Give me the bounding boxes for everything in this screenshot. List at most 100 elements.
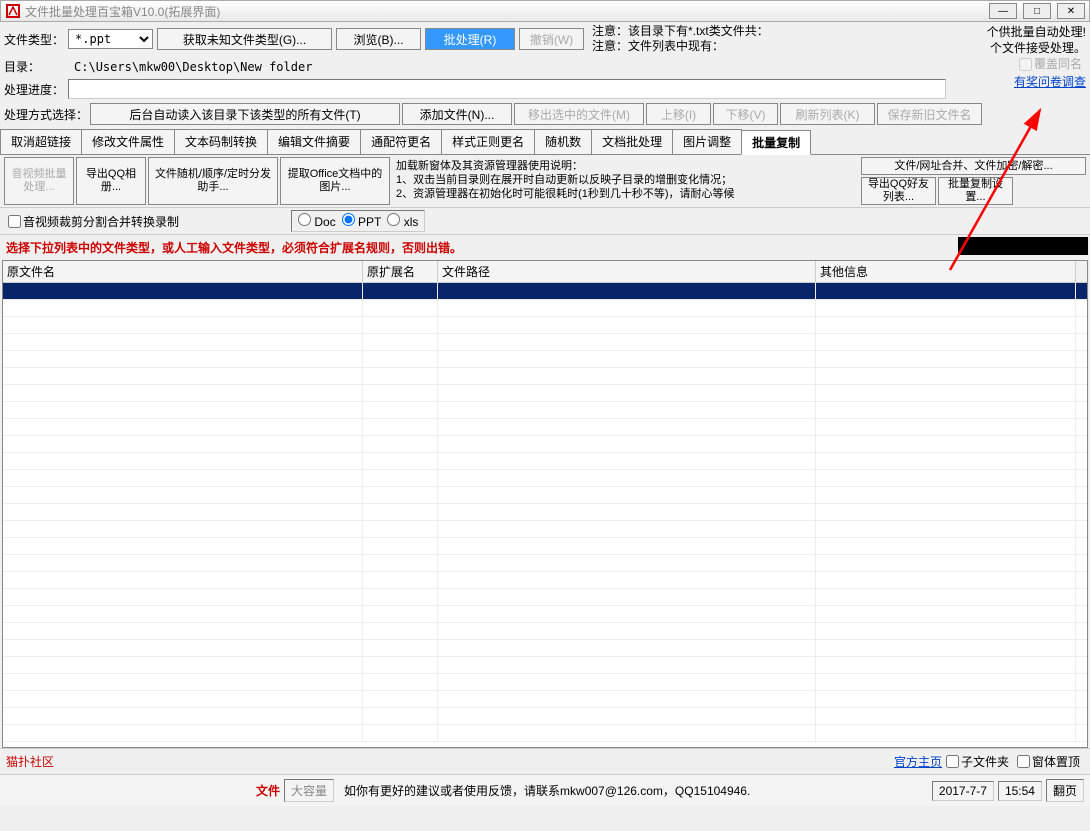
tab-2[interactable]: 文本码制转换	[174, 129, 268, 154]
table-row[interactable]	[3, 368, 1087, 385]
date-cell: 2017-7-7	[932, 781, 994, 801]
table-row[interactable]	[3, 504, 1087, 521]
table-row[interactable]	[3, 589, 1087, 606]
auto-read-button[interactable]: 后台自动读入该目录下该类型的所有文件(T)	[90, 103, 400, 125]
tab-7[interactable]: 文档批处理	[591, 129, 673, 154]
topmost-checkbox[interactable]: 窗体置顶	[1017, 753, 1080, 770]
av-crop-checkbox[interactable]: 音视频裁剪分割合并转换录制	[8, 213, 179, 230]
survey-link[interactable]: 有奖问卷调查	[956, 74, 1086, 90]
refresh-button[interactable]: 刷新列表(K)	[780, 103, 875, 125]
table-row[interactable]	[3, 725, 1087, 742]
tab-8[interactable]: 图片调整	[672, 129, 742, 154]
table-row[interactable]	[3, 402, 1087, 419]
move-down-button[interactable]: 下移(V)	[713, 103, 778, 125]
table-row[interactable]	[3, 436, 1087, 453]
tab-6[interactable]: 随机数	[534, 129, 592, 154]
export-qq-button[interactable]: 导出QQ相册...	[76, 157, 146, 205]
file-url-button[interactable]: 文件/网址合并、文件加密/解密...	[861, 157, 1086, 175]
table-row[interactable]	[3, 691, 1087, 708]
subtools-row: 音视频批量处理... 导出QQ相册... 文件随机/顺序/定时分发助手... 提…	[0, 155, 1090, 208]
app-icon	[5, 3, 21, 19]
table-row[interactable]	[3, 453, 1087, 470]
table-row[interactable]	[3, 521, 1087, 538]
file-table: 原文件名原扩展名文件路径其他信息	[2, 260, 1088, 748]
window-title: 文件批量处理百宝箱V10.0(拓展界面)	[25, 3, 989, 20]
main-tabs: 取消超链接修改文件属性文本码制转换编辑文件摘要通配符更名样式正则更名随机数文档批…	[0, 129, 1090, 155]
progress-field	[68, 79, 946, 99]
add-file-button[interactable]: 添加文件(N)...	[402, 103, 512, 125]
browse-button[interactable]: 浏览(B)...	[336, 28, 421, 50]
table-row[interactable]	[3, 623, 1087, 640]
tab-5[interactable]: 样式正则更名	[441, 129, 535, 154]
official-link[interactable]: 官方主页	[894, 753, 942, 770]
toolbar-row3: 处理进度：	[0, 77, 950, 101]
table-row[interactable]	[3, 572, 1087, 589]
table-row[interactable]	[3, 470, 1087, 487]
table-row[interactable]	[3, 300, 1087, 317]
table-row[interactable]	[3, 708, 1087, 725]
radio-xls[interactable]: xls	[387, 213, 418, 229]
table-row[interactable]	[3, 351, 1087, 368]
progress-label: 处理进度：	[4, 81, 64, 98]
table-row[interactable]	[3, 640, 1087, 657]
remove-selected-button[interactable]: 移出选中的文件(M)	[514, 103, 644, 125]
table-row[interactable]	[3, 538, 1087, 555]
save-names-button[interactable]: 保存新旧文件名	[877, 103, 982, 125]
col-header-2[interactable]: 文件路径	[438, 261, 816, 282]
maximize-button[interactable]: □	[1023, 3, 1051, 19]
tab-1[interactable]: 修改文件属性	[81, 129, 175, 154]
subfolder-checkbox[interactable]: 子文件夹	[946, 753, 1009, 770]
table-row[interactable]	[3, 419, 1087, 436]
table-body[interactable]	[3, 283, 1087, 742]
av-batch-button[interactable]: 音视频批量处理...	[4, 157, 74, 205]
batch-copy-settings-button[interactable]: 批量复制设置...	[938, 177, 1013, 205]
table-row[interactable]	[3, 487, 1087, 504]
table-row[interactable]	[3, 555, 1087, 572]
right-info-line2: 个文件接受处理。	[956, 40, 1086, 56]
radio-ppt[interactable]: PPT	[342, 213, 382, 229]
table-row[interactable]	[3, 317, 1087, 334]
table-row[interactable]	[3, 674, 1087, 691]
dir-label: 目录：	[4, 58, 40, 75]
tab-0[interactable]: 取消超链接	[0, 129, 82, 154]
move-up-button[interactable]: 上移(I)	[646, 103, 711, 125]
format-radios: Doc PPT xls	[291, 210, 425, 232]
table-row[interactable]	[3, 334, 1087, 351]
tab-4[interactable]: 通配符更名	[360, 129, 442, 154]
filetype-select[interactable]: *.ppt	[68, 29, 153, 49]
table-row[interactable]	[3, 657, 1087, 674]
right-info-line1: 个供批量自动处理!	[956, 24, 1086, 40]
feedback-text: 如你有更好的建议或者使用反馈，请联系mkw007@126.com，QQ15104…	[344, 782, 928, 799]
undo-button[interactable]: 撤销(W)	[519, 28, 584, 50]
table-row[interactable]	[3, 606, 1087, 623]
table-row[interactable]	[3, 385, 1087, 402]
note2: 注意：文件列表中现有：	[592, 39, 769, 54]
black-box	[958, 237, 1088, 255]
dir-value: C:\Users\mkw00\Desktop\New folder	[74, 60, 312, 74]
time-cell: 15:54	[998, 781, 1042, 801]
titlebar: 文件批量处理百宝箱V10.0(拓展界面) — □ ✕	[0, 0, 1090, 22]
random-order-button[interactable]: 文件随机/顺序/定时分发助手...	[148, 157, 278, 205]
flip-cell[interactable]: 翻页	[1046, 779, 1084, 802]
table-row[interactable]	[3, 283, 1087, 300]
get-unknown-button[interactable]: 获取未知文件类型(G)...	[157, 28, 332, 50]
tab-9[interactable]: 批量复制	[741, 130, 811, 155]
status-bar: 文件 大容量 如你有更好的建议或者使用反馈，请联系mkw007@126.com，…	[0, 774, 1090, 806]
minimize-button[interactable]: —	[989, 3, 1017, 19]
overwrite-checkbox[interactable]: 覆盖同名	[1019, 56, 1082, 72]
radio-doc[interactable]: Doc	[298, 213, 336, 229]
capacity-cell: 大容量	[284, 779, 334, 802]
col-header-3[interactable]: 其他信息	[816, 261, 1076, 282]
table-header: 原文件名原扩展名文件路径其他信息	[3, 261, 1087, 283]
tab-3[interactable]: 编辑文件摘要	[267, 129, 361, 154]
export-friends-button[interactable]: 导出QQ好友列表...	[861, 177, 936, 205]
maopu-link[interactable]: 猫扑社区	[6, 753, 54, 770]
extract-office-button[interactable]: 提取Office文档中的图片...	[280, 157, 390, 205]
toolbar-row2: 目录： C:\Users\mkw00\Desktop\New folder	[0, 56, 1090, 77]
col-header-1[interactable]: 原扩展名	[363, 261, 438, 282]
batch-button[interactable]: 批处理(R)	[425, 28, 515, 50]
col-header-0[interactable]: 原文件名	[3, 261, 363, 282]
close-button[interactable]: ✕	[1057, 3, 1085, 19]
method-label: 处理方式选择：	[4, 106, 88, 123]
info-box: 加载新窗体及其资源管理器使用说明： 1、双击当前目录则在展开时自动更新以反映子目…	[392, 157, 859, 205]
